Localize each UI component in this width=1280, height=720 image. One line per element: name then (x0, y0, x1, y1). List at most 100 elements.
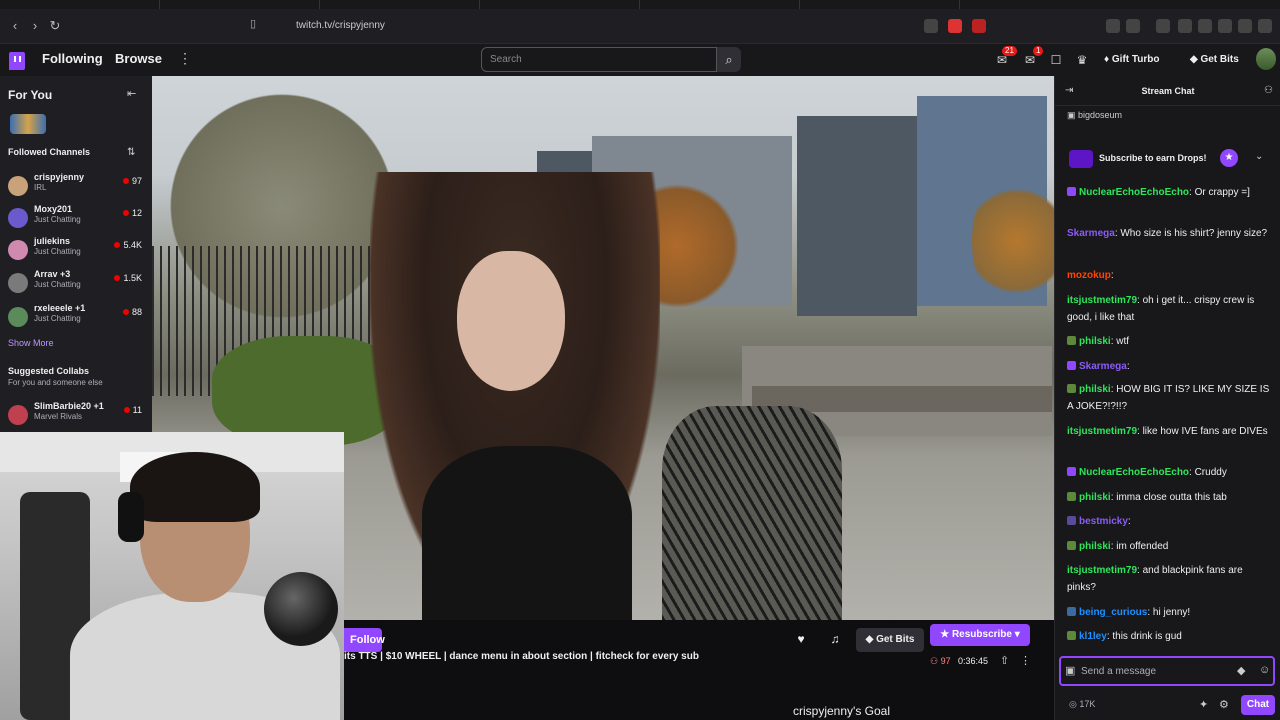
more-icon[interactable]: ⋮ (178, 50, 192, 67)
follow-button[interactable]: Follow (344, 628, 385, 652)
browser-tab-strip[interactable] (0, 0, 1280, 9)
menu-icon[interactable] (1258, 19, 1272, 33)
inbox-badge: 1 (1033, 46, 1044, 56)
sidebar-channel[interactable]: Arrav +3 Just Chatting 1.5K (8, 269, 148, 299)
channel-viewers: 1.5K (114, 273, 142, 283)
search-icon[interactable]: ⌕ (717, 47, 741, 72)
channel-viewers: 97 (123, 176, 142, 186)
chat-send-button[interactable]: Chat (1241, 695, 1275, 715)
get-bits-nav-button[interactable]: ◆ Get Bits (1190, 54, 1239, 65)
music-icon[interactable] (1156, 19, 1170, 33)
chat-username[interactable]: philski (1079, 336, 1111, 347)
chat-username[interactable]: itsjustmetim79 (1067, 426, 1137, 437)
chat-username[interactable]: kl1ley (1079, 631, 1107, 642)
channel-name: juliekins (34, 236, 71, 246)
avatar[interactable] (1256, 48, 1276, 70)
chat-username[interactable]: mozokup (1067, 270, 1111, 281)
drops-banner[interactable]: Subscribe to earn Drops! ★ ⌄ (1063, 146, 1275, 172)
address-bar[interactable]: twitch.tv/crispyjenny (270, 15, 950, 37)
chevron-down-icon[interactable]: ⌄ (1255, 151, 1263, 162)
chat-footer: ◎ 17K ✦ ⚙ Chat (1055, 692, 1280, 718)
stream-chat: ⇥ Stream Chat ⚇ ▣ bigdoseum Subscribe to… (1054, 76, 1280, 720)
chat-username[interactable]: Skarmega (1079, 361, 1127, 372)
chat-input-box: ▣ ◆ ☺ (1059, 656, 1275, 686)
whispers-icon[interactable]: ☐ (1048, 52, 1064, 68)
top-navigation: Following Browse ⋮ Search ⌕ ✉ 21 ✉ 1 ☐ ♛… (0, 44, 1280, 76)
forward-icon[interactable]: › (26, 17, 44, 35)
back-icon[interactable]: ‹ (6, 17, 24, 35)
channel-avatar (8, 176, 28, 196)
show-more-link[interactable]: Show More (8, 338, 54, 348)
channel-viewers: 11 (124, 405, 142, 415)
rewards-icon[interactable]: ✦ (1199, 698, 1208, 711)
badge-icon (1067, 187, 1076, 196)
nav-following[interactable]: Following (42, 51, 103, 66)
streamer-face-image (457, 251, 565, 391)
pinned-user: bigdoseum (1078, 110, 1123, 120)
sidebar-channel[interactable]: rxeleeele +1 Just Chatting 88 (8, 303, 148, 333)
sidebar-channel[interactable]: crispyjenny IRL 97 (8, 172, 148, 202)
chat-message: Skarmega: (1067, 358, 1273, 375)
crown-icon[interactable]: ♛ (1074, 52, 1090, 68)
pinned-message: ▣ bigdoseum (1067, 110, 1123, 120)
chat-username[interactable]: Skarmega (1067, 228, 1115, 239)
share-icon[interactable]: ⇧ (1000, 654, 1009, 667)
gift-turbo-button[interactable]: ♦ Gift Turbo (1104, 54, 1159, 65)
extension-icon[interactable] (1106, 19, 1120, 33)
chat-username[interactable]: itsjustmetim79 (1067, 295, 1137, 306)
microphone-image (264, 572, 338, 646)
more-options-icon[interactable]: ⋮ (1020, 654, 1031, 667)
chat-message-input[interactable] (1081, 663, 1231, 679)
twitch-logo-icon[interactable] (9, 52, 25, 70)
extension-icon[interactable] (948, 19, 962, 33)
search-input[interactable]: Search (481, 47, 717, 72)
profile-icon[interactable] (1238, 19, 1252, 33)
bell-icon[interactable]: ♫ (824, 628, 846, 650)
heart-icon[interactable]: ♥ (790, 628, 812, 650)
stream-title: its TTS | $10 WHEEL | dance menu in abou… (344, 651, 699, 662)
chat-message: philski: wtf (1067, 333, 1273, 350)
extension-icon[interactable] (972, 19, 986, 33)
chat-badge-icon[interactable]: ▣ (1065, 664, 1075, 677)
chat-username[interactable]: philski (1079, 492, 1111, 503)
headphones-image (118, 492, 144, 542)
chat-username[interactable]: NuclearEchoEchoEcho (1079, 467, 1189, 478)
channel-points[interactable]: ◎ 17K (1069, 699, 1095, 710)
sidebar-channel[interactable]: Moxy201 Just Chatting 12 (8, 204, 148, 234)
settings-icon[interactable]: ⚙ (1219, 698, 1229, 711)
building-image (797, 116, 917, 316)
resubscribe-label: Resubscribe (951, 629, 1012, 640)
chat-message: philski: HOW BIG IT IS? LIKE MY SIZE IS … (1067, 381, 1273, 415)
extension-icon[interactable] (1218, 19, 1232, 33)
chat-text: : (1110, 270, 1114, 281)
sidebar-channel[interactable]: juliekins Just Chatting 5.4K (8, 236, 148, 266)
for-you-avatar[interactable] (10, 114, 46, 134)
sidebar-icon[interactable] (1178, 19, 1192, 33)
channel-viewers: 5.4K (114, 240, 142, 250)
chat-username[interactable]: bestmicky (1079, 516, 1128, 527)
extension-icon[interactable] (1126, 19, 1140, 33)
chat-username[interactable]: philski (1079, 384, 1111, 395)
sort-icon[interactable]: ⇅ (127, 147, 135, 158)
chat-message: philski: imma close outta this tab (1067, 489, 1273, 506)
bookmark-icon[interactable]: ▯ (250, 17, 262, 33)
chat-users-icon[interactable]: ⚇ (1264, 85, 1273, 96)
sidebar-channel[interactable]: SlimBarbie20 +1 Marvel Rivals 11 (8, 401, 148, 431)
emote-picker-icon[interactable]: ☺ (1259, 664, 1270, 676)
share-page-icon[interactable] (924, 19, 938, 33)
chat-username[interactable]: NuclearEchoEchoEcho (1079, 187, 1189, 198)
chat-username[interactable]: being_curious (1079, 607, 1147, 618)
nav-browse[interactable]: Browse (115, 51, 162, 66)
reload-icon[interactable]: ↻ (46, 17, 64, 35)
chat-username[interactable]: philski (1079, 541, 1111, 552)
chat-message: Skarmega: Who size is his shirt? jenny s… (1067, 225, 1273, 242)
chat-username[interactable]: itsjustmetim79 (1067, 565, 1137, 576)
extension-icon[interactable] (1198, 19, 1212, 33)
bits-icon[interactable]: ◆ (1237, 664, 1245, 677)
channel-avatar (8, 307, 28, 327)
channel-category: Just Chatting (34, 314, 81, 323)
star-icon[interactable]: ★ (1220, 149, 1238, 167)
get-bits-button[interactable]: ◆ Get Bits (856, 628, 924, 652)
resubscribe-button[interactable]: ★ Resubscribe ▾ (930, 624, 1030, 646)
collapse-sidebar-icon[interactable]: ⇤ (127, 87, 136, 100)
